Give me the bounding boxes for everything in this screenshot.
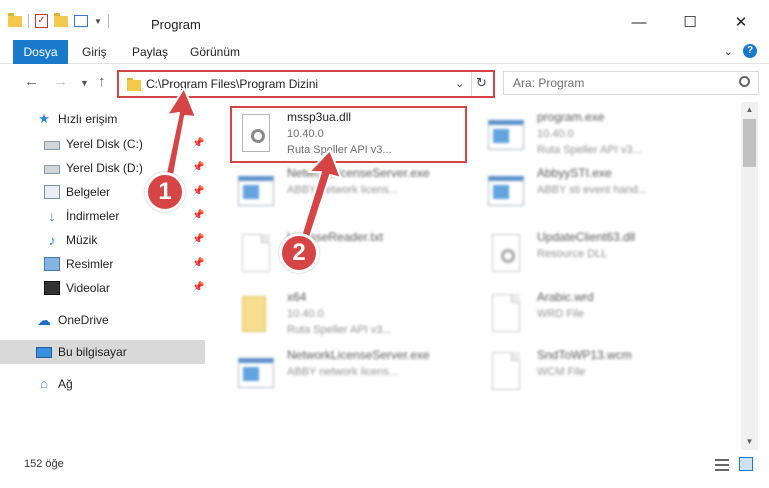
details-view-icon[interactable] [715, 459, 729, 471]
step-badge-2: 2 [279, 233, 319, 273]
annotation-arrows [164, 87, 342, 250]
arrow-to-address-bar [164, 87, 197, 181]
status-bar: 152 öğe [0, 452, 769, 476]
item-count: 152 öğe [24, 458, 64, 470]
large-icons-view-icon[interactable] [739, 457, 753, 471]
step-badge-1: 1 [145, 172, 185, 212]
